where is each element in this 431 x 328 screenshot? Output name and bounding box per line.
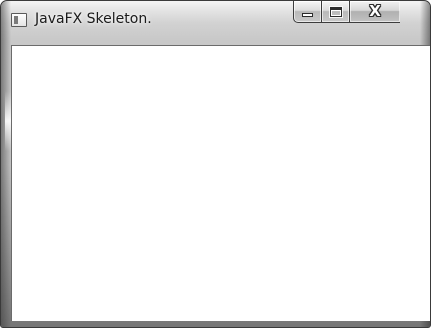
application-icon[interactable] [11,13,27,27]
close-icon: X [369,1,381,20]
window-title: JavaFX Skeleton. [35,11,152,27]
application-window: JavaFX Skeleton. X [0,0,431,328]
maximize-button[interactable] [322,1,350,23]
maximize-icon [329,6,342,17]
caption-buttons: X [293,1,400,23]
title-bar[interactable]: JavaFX Skeleton. X [1,1,430,45]
close-button[interactable]: X [350,1,400,23]
minimize-icon [302,12,313,17]
minimize-button[interactable] [293,1,322,23]
client-area [11,45,430,321]
